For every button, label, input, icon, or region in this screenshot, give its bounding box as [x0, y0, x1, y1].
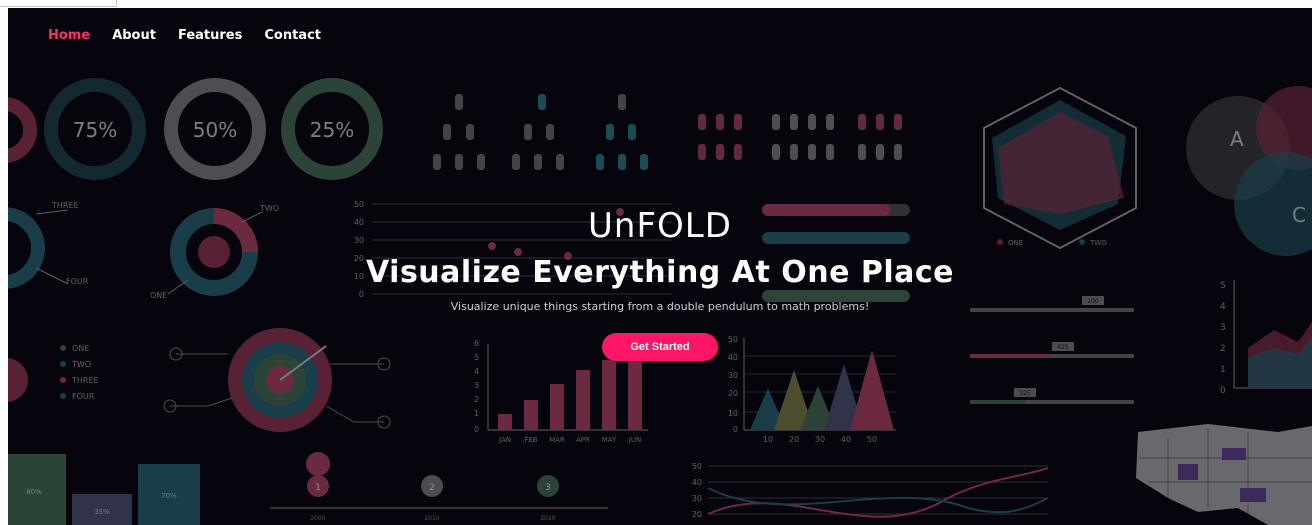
bar-month-may: MAY	[602, 436, 617, 444]
bottom-bar-70: 70%	[161, 492, 177, 500]
bar-month-jun: JUN	[628, 436, 641, 444]
donut-75: 75%	[44, 78, 146, 180]
bar-ytick-3: 3	[474, 381, 479, 390]
brand-title: UnFOLD	[588, 206, 732, 246]
bottom-bar-80: 80%	[26, 488, 42, 496]
nav-contact[interactable]: Contact	[264, 28, 321, 43]
pin-caption-1: 2000	[310, 515, 325, 522]
bar-month-jan: JAN	[498, 436, 511, 444]
hero-tagline: Visualize unique things starting from a …	[450, 300, 870, 313]
tri-xtick-20: 20	[789, 435, 799, 444]
donut-50: 50%	[164, 78, 266, 180]
wave-ytick-30: 30	[692, 494, 702, 503]
pin-1-label: 1	[315, 483, 321, 493]
pin-caption-3: 2020	[540, 515, 555, 522]
donut-partial-left	[8, 97, 37, 163]
pin-2-label: 2	[429, 483, 435, 493]
pin-3-label: 3	[545, 483, 551, 493]
tri-ytick-0: 0	[733, 425, 738, 434]
legend-two: TWO	[71, 360, 91, 369]
tri-xtick-30: 30	[815, 435, 825, 444]
tri-ytick-10: 10	[728, 409, 738, 418]
wave-ytick-40: 40	[692, 478, 702, 487]
tri-xtick-40: 40	[841, 435, 851, 444]
wave-ytick-50: 50	[692, 462, 702, 471]
people-pictogram-rose	[698, 114, 902, 160]
donut-25-label: 25%	[310, 118, 354, 142]
donut-75-label: 75%	[73, 118, 117, 142]
slider-badge-3: 325	[1019, 390, 1031, 397]
nav-about[interactable]: About	[112, 28, 156, 43]
hero-headline: Visualize Everything At One Place	[365, 255, 955, 290]
people-pictogram-teal	[538, 94, 648, 170]
tri-xtick-10: 10	[763, 435, 773, 444]
donut-50-label: 50%	[193, 118, 237, 142]
pin-caption-2: 2010	[424, 515, 439, 522]
area-ytick-0: 0	[1220, 386, 1226, 396]
legend-three: THREE	[71, 376, 99, 385]
bar-month-mar: MAR	[549, 436, 565, 444]
tri-xtick-50: 50	[867, 435, 877, 444]
bar-ytick-4: 4	[474, 367, 479, 376]
legend-four: FOUR	[72, 392, 95, 401]
wave-ytick-20: 20	[692, 510, 702, 519]
area-ytick-1: 1	[1220, 365, 1226, 375]
nav-home[interactable]: Home	[48, 28, 90, 43]
top-nav: Home About Features Contact	[48, 28, 321, 43]
bar-month-apr: APR	[576, 436, 590, 444]
tri-ytick-30: 30	[728, 371, 738, 380]
get-started-button[interactable]: Get Started	[602, 333, 718, 361]
bottom-bar-chart: 80% 35% 70%	[8, 454, 200, 525]
browser-frame-tab	[0, 0, 117, 7]
wave-chart: 50 40 30 20	[692, 462, 1049, 519]
bottom-bar-35: 35%	[94, 508, 110, 516]
bar-month-feb: FEB	[524, 436, 537, 444]
us-map	[1136, 424, 1312, 525]
bar-ytick-1: 1	[474, 409, 479, 418]
donut-25: 25%	[281, 78, 383, 180]
nav-features[interactable]: Features	[178, 28, 242, 43]
bar-ytick-0: 0	[474, 425, 479, 434]
tri-ytick-20: 20	[728, 389, 738, 398]
hero-content: UnFOLD Visualize Everything At One Place…	[8, 206, 1312, 361]
bar-ytick-2: 2	[474, 395, 479, 404]
hero-section: 75% 50% 25% ONE TWO A C THREE FOUR TWO O…	[8, 8, 1312, 525]
pin-timeline: 1 2 3 2000 2010 2020	[270, 452, 608, 522]
venn-label-a: A	[1230, 127, 1244, 151]
